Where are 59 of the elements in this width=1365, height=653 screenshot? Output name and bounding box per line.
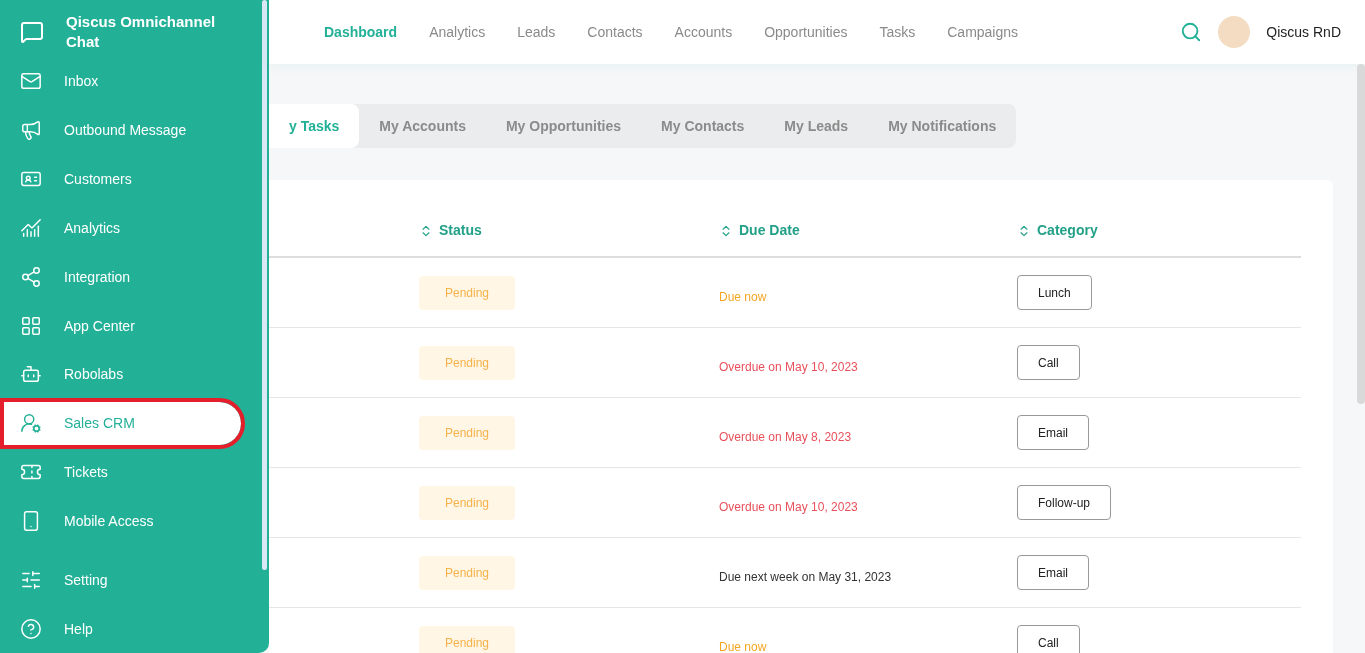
nav-link[interactable]: Accounts	[674, 24, 733, 40]
status-tag: Pending	[419, 275, 516, 310]
sidebar-item[interactable]: Robolabs	[4, 353, 241, 396]
sidebar-item[interactable]: Outbound Message	[4, 108, 241, 152]
category-button[interactable]: Email	[1017, 415, 1089, 450]
status-tag: Pending	[419, 415, 516, 450]
tab[interactable]: My Opportunities	[485, 104, 642, 148]
tab[interactable]: My Contacts	[641, 104, 765, 148]
person-icon	[20, 412, 42, 435]
column-header[interactable]: Category	[1017, 180, 1301, 258]
scrollbar[interactable]	[1357, 64, 1365, 404]
column-header[interactable]: Due Date	[719, 180, 1017, 258]
sidebar-item[interactable]: Analytics	[4, 206, 241, 250]
nav-link[interactable]: Dashboard	[324, 24, 398, 40]
chat-bubble-icon	[20, 20, 44, 44]
category-button[interactable]: Email	[1017, 555, 1089, 590]
tab[interactable]: y Tasks	[269, 104, 360, 148]
category-button[interactable]: Follow-up	[1017, 485, 1112, 520]
tab[interactable]: My Leads	[764, 104, 869, 148]
nav-link[interactable]: Opportunities	[764, 24, 848, 40]
status-tag: Pending	[419, 345, 516, 380]
category-button[interactable]: Call	[1017, 625, 1080, 653]
nav-link[interactable]: Analytics	[429, 24, 486, 40]
search-icon[interactable]	[1180, 21, 1203, 43]
due-date: Overdue on May 10, 2023	[719, 359, 858, 374]
chart-icon	[20, 216, 42, 239]
due-date: Overdue on May 10, 2023	[719, 499, 858, 514]
megaphone-icon	[20, 119, 42, 142]
nav-link[interactable]: Tasks	[879, 24, 916, 40]
due-date: Due now	[719, 639, 767, 653]
category-button[interactable]: Call	[1017, 345, 1080, 380]
tab[interactable]: My Accounts	[359, 104, 486, 148]
nav-link[interactable]: Campaigns	[947, 24, 1019, 40]
sidebar-item[interactable]: Mobile Access	[4, 499, 241, 543]
sidebar-item[interactable]: Inbox	[4, 59, 241, 103]
due-date: Overdue on May 8, 2023	[719, 429, 852, 444]
user-name[interactable]: Qiscus RnD	[1266, 24, 1341, 40]
share-icon	[20, 265, 42, 288]
help-icon	[20, 617, 42, 640]
grid-icon	[20, 314, 42, 337]
due-date: Due next week on May 31, 2023	[719, 569, 892, 584]
nav-link[interactable]: Leads	[517, 24, 556, 40]
tab[interactable]: My Notifications	[868, 104, 1017, 148]
nav-link[interactable]: Contacts	[587, 24, 643, 40]
due-date: Due now	[719, 289, 767, 304]
settings-icon	[20, 568, 42, 591]
sidebar-item[interactable]: Customers	[4, 157, 241, 201]
scrollbar[interactable]	[262, 0, 267, 570]
sidebar-item[interactable]: Setting	[4, 558, 241, 602]
status-tag: Pending	[419, 625, 516, 653]
sidebar-item[interactable]: Integration	[4, 255, 241, 299]
app-title: Qiscus Omnichannel Chat	[66, 12, 217, 52]
sidebar-item[interactable]: Help	[4, 607, 241, 650]
sidebar-item[interactable]: App Center	[4, 304, 241, 348]
status-tag: Pending	[419, 485, 516, 520]
category-button[interactable]: Lunch	[1017, 275, 1092, 310]
sidebar-item[interactable]: Tickets	[4, 450, 241, 494]
column-header[interactable]: Status	[419, 180, 719, 258]
status-tag: Pending	[419, 555, 516, 590]
